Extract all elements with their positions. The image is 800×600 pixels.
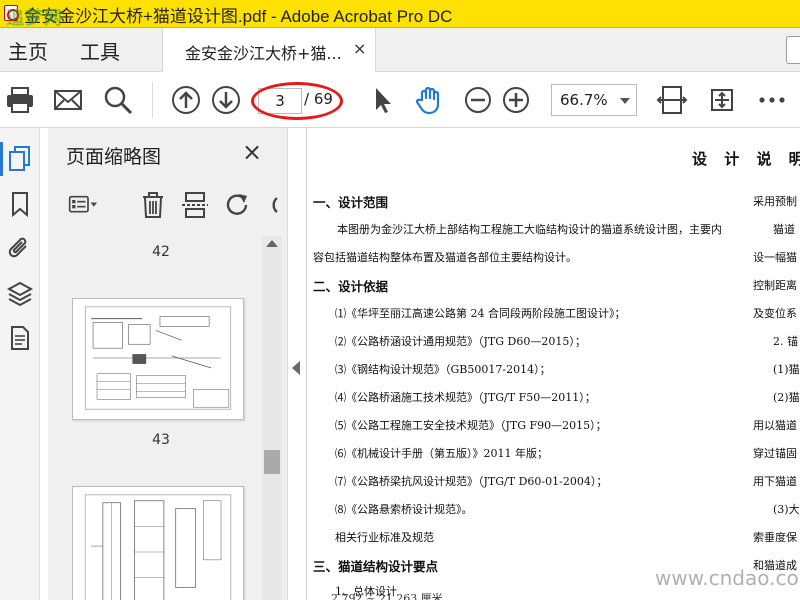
reference-item: ⑺《公路桥梁抗风设计规范》（JTG/T D60-01-2004）； — [335, 475, 608, 488]
thumbnail-scrollbar[interactable] — [262, 236, 282, 600]
tab-tools[interactable]: 工具 — [80, 36, 120, 65]
layers-icon[interactable] — [6, 280, 34, 308]
rotate-icon[interactable] — [222, 190, 252, 220]
section-heading: 一、设计范围 — [313, 195, 389, 210]
side-column-text: 设一幅猫 — [753, 251, 797, 264]
main-toolbar: 3 / 69 66.7% — [0, 72, 800, 128]
thumbnail-page-number: 43 — [152, 432, 170, 448]
measurement-readout: 2.792 ~ 21.263 厘米 — [331, 592, 443, 600]
zoom-in-icon[interactable] — [500, 84, 532, 116]
reference-item: ⑶《钢结构设计规范》（GB50017-2014）； — [335, 363, 551, 376]
annotation-oval — [251, 82, 343, 120]
side-column-text: 控制距离 — [753, 279, 797, 292]
attachment-icon[interactable] — [6, 234, 34, 262]
zoom-value: 66.7% — [560, 91, 608, 109]
watermark-url: www.cndao.com — [655, 566, 800, 590]
thumbnail-page[interactable] — [72, 486, 244, 600]
pdf-page: 设 计 说 明 一、设计范围 本图册为金沙江大桥上部结构工程施工大临结构设计的猫… — [307, 128, 800, 600]
arrow-up-circle-icon[interactable] — [170, 84, 202, 116]
thumbnails-panel: 页面缩略图 × 42 43 — [48, 128, 288, 600]
close-icon[interactable]: × — [353, 39, 366, 58]
thumbnail-page-number: 42 — [152, 244, 170, 260]
side-column-text: 猫道 — [773, 223, 795, 236]
rotate-clockwise-icon[interactable] — [258, 190, 278, 220]
more-options-icon[interactable] — [756, 84, 788, 116]
body-text: 本图册为金沙江大桥上部结构工程施工大临结构设计的猫道系统设计图，主要内 — [337, 223, 722, 236]
tab-bar: 主页 工具 金安金沙江大桥+猫... × — [0, 28, 800, 72]
thumbnail-page[interactable] — [72, 298, 244, 420]
tab-home[interactable]: 主页 — [8, 36, 48, 65]
document-view[interactable]: 设 计 说 明 一、设计范围 本图册为金沙江大桥上部结构工程施工大临结构设计的猫… — [306, 128, 800, 600]
active-indicator — [0, 142, 3, 176]
side-column-text: 穿过锚固 — [753, 447, 797, 460]
side-column-text: (2)猫 — [773, 391, 800, 404]
window-title: 金安金沙江大桥+猫道设计图.pdf - Adobe Acrobat Pro DC — [24, 7, 453, 26]
watermark-logo: 追梦网 — [6, 8, 63, 29]
body-text: 相关行业标准及规范 — [335, 531, 434, 544]
print-icon[interactable] — [4, 84, 36, 116]
reference-item: ⑵《公路桥涵设计通用规范》（JTG D60—2015）； — [335, 335, 586, 348]
side-column-text: (1)猫 — [773, 363, 800, 376]
side-column-text: (3)大 — [773, 503, 800, 516]
hand-tool-icon[interactable] — [414, 84, 446, 116]
fit-width-icon[interactable] — [656, 84, 688, 116]
tab-overflow-button[interactable] — [786, 36, 800, 64]
arrow-down-circle-icon[interactable] — [210, 84, 242, 116]
search-icon[interactable] — [102, 84, 134, 116]
document-tab-label: 金安金沙江大桥+猫... — [185, 44, 342, 63]
side-column-text: 采用预制 — [753, 195, 797, 208]
insert-page-icon[interactable] — [180, 190, 210, 220]
reference-item: ⑷《公路桥涵施工技术规范》（JTG/T F50—2011）； — [335, 391, 596, 404]
email-icon[interactable] — [52, 84, 84, 116]
page-title: 设 计 说 明 — [692, 150, 800, 168]
close-icon[interactable]: × — [242, 138, 262, 166]
thumbnail-list: 42 43 — [48, 236, 274, 600]
side-column-text: 用以猫道 — [753, 419, 797, 432]
zoom-select[interactable]: 66.7% — [551, 84, 637, 116]
document-icon[interactable] — [6, 324, 34, 352]
title-bar: 金安金沙江大桥+猫道设计图.pdf - Adobe Acrobat Pro DC… — [0, 0, 800, 29]
panel-toolbar — [48, 178, 288, 234]
chevron-down-icon — [620, 98, 630, 104]
collapse-panel-icon[interactable] — [292, 361, 300, 375]
reference-item: ⑸《公路工程施工安全技术规范》（JTG F90—2015）； — [335, 419, 607, 432]
side-column-text: 及变位系 — [753, 307, 797, 320]
reference-item: ⑹《机械设计手册（第五版）》2011 年版； — [335, 447, 548, 460]
zoom-out-icon[interactable] — [462, 84, 494, 116]
bookmark-icon[interactable] — [6, 190, 34, 218]
reference-item: ⑴《华坪至丽江高速公路第 24 合同段两阶段施工图设计》； — [335, 307, 626, 320]
trash-icon[interactable] — [138, 190, 168, 220]
section-heading: 三、猫道结构设计要点 — [313, 559, 439, 574]
tab-document[interactable]: 金安金沙江大桥+猫... × — [162, 28, 376, 72]
panel-title: 页面缩略图 — [66, 146, 162, 168]
navigation-rail — [0, 128, 40, 600]
scrollbar-thumb[interactable] — [264, 450, 280, 474]
side-column-text: 2. 锚 — [773, 335, 798, 348]
toolbar-divider — [152, 82, 153, 118]
side-column-text: 用下猫道 — [753, 475, 797, 488]
body-text: 容包括猫道结构整体布置及猫道各部位主要结构设计。 — [313, 251, 577, 264]
reference-item: ⑻《公路悬索桥设计规范》。 — [335, 503, 473, 516]
scroll-up-icon[interactable] — [266, 240, 278, 247]
thumbnail-options-icon[interactable] — [68, 190, 104, 220]
page-thumbnails-icon[interactable] — [6, 144, 34, 172]
select-cursor-icon[interactable] — [366, 84, 398, 116]
full-screen-icon[interactable] — [706, 84, 738, 116]
side-column-text: 索垂度保 — [753, 531, 797, 544]
section-heading: 二、设计依据 — [313, 279, 389, 294]
